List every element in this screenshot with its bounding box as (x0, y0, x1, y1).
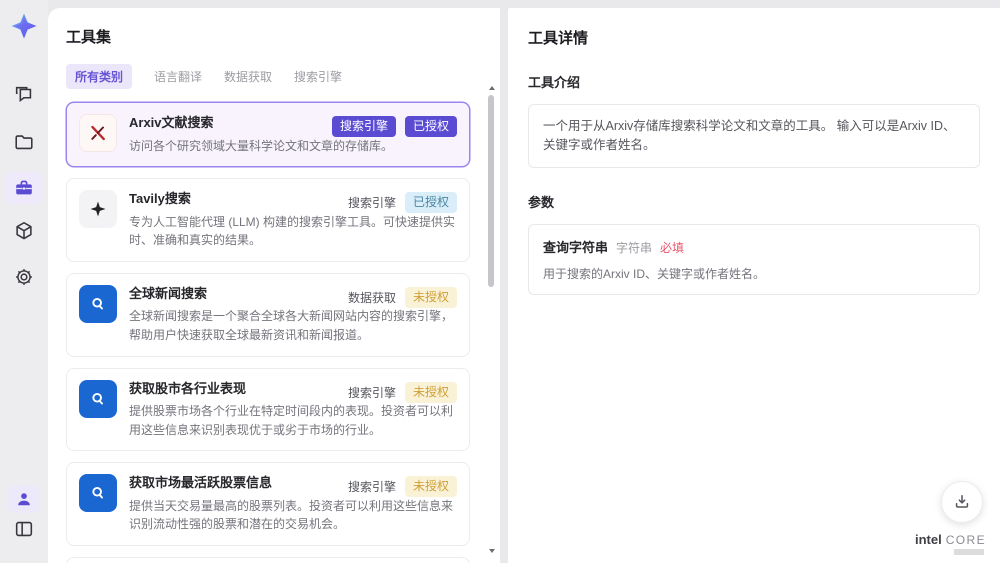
tool-card-sector-performance[interactable]: 获取股市各行业表现 提供股票市场各个行业在特定时间段内的表现。投资者可以利用这些… (66, 367, 470, 452)
tool-card-arxiv[interactable]: Arxiv文献搜索 访问各个研究领域大量科学论文和文章的存储库。 搜索引擎 已授… (66, 102, 470, 168)
intel-core-logo: intel CORE (915, 532, 986, 547)
category-label: 数据获取 (347, 290, 396, 305)
sparkle-logo-icon (11, 13, 37, 39)
intro-heading: 工具介绍 (528, 75, 581, 90)
auth-badge: 已授权 (404, 192, 457, 214)
sidebar (0, 0, 48, 563)
brand-subtext-decoration (954, 549, 984, 555)
briefcase-icon (16, 180, 32, 195)
sparkle-star-icon (79, 190, 117, 229)
parameter-box: 查询字符串 字符串 必填 用于搜索的Arxiv ID、关键字或作者姓名。 (528, 223, 980, 295)
sidebar-item-settings[interactable] (12, 265, 36, 289)
search-app-icon (79, 284, 117, 323)
page-title: 工具集 (66, 29, 112, 46)
sidebar-collapse-toggle[interactable] (12, 517, 36, 541)
parameter-name: 查询字符串 (543, 239, 609, 255)
tab-language-translation[interactable]: 语言翻译 (154, 68, 202, 85)
gear-icon (16, 269, 32, 285)
parameter-header: 查询字符串 字符串 必填 (543, 237, 965, 256)
sidebar-item-account[interactable] (8, 485, 40, 513)
category-label: 搜索引擎 (347, 196, 396, 211)
tool-card-list: Arxiv文献搜索 访问各个研究领域大量科学论文和文章的存储库。 搜索引擎 已授… (66, 102, 486, 563)
tool-card-regional-news[interactable]: 万维地区新闻查询 查询具体行政区划内的新闻，快速了解各地新闻动态 搜索引擎 未授… (66, 557, 470, 563)
auth-badge: 已授权 (404, 116, 457, 137)
intel-wordmark: intel (914, 532, 942, 547)
sidebar-item-files[interactable] (12, 130, 36, 154)
search-app-icon (79, 474, 117, 513)
tool-description: 全球新闻搜索是一个聚合全球各大新闻网站内容的搜索引擎，帮助用户快速获取全球最新资… (129, 309, 454, 343)
tool-card-tavily[interactable]: Tavily搜索 专为人工智能代理 (LLM) 构建的搜索引擎工具。可快速提供实… (66, 178, 470, 262)
category-tabs: 所有类别 语言翻译 数据获取 搜索引擎 (66, 64, 486, 89)
scroll-up-arrow[interactable] (489, 86, 495, 90)
parameter-description: 用于搜索的Arxiv ID、关键字或作者姓名。 (543, 266, 766, 281)
sidebar-item-tools[interactable] (6, 172, 42, 204)
tool-description: 专为人工智能代理 (LLM) 构建的搜索引擎工具。可快速提供实时、准确和真实的结… (129, 214, 456, 248)
cube-icon (16, 221, 32, 240)
folder-icon (15, 135, 33, 150)
auth-badge: 未授权 (404, 381, 457, 403)
category-label: 搜索引擎 (347, 480, 396, 495)
category-label: 搜索引擎 (347, 385, 396, 400)
download-icon (955, 495, 969, 508)
tool-list-panel: 工具集 所有类别 语言翻译 数据获取 搜索引擎 Arxiv文献搜索 访问各个研究… (48, 8, 500, 563)
tool-description: 提供当天交易量最高的股票列表。投资者可以利用这些信息来识别流动性强的股票和潜在的… (129, 498, 454, 532)
scroll-down-arrow[interactable] (489, 549, 495, 553)
user-icon (18, 493, 30, 506)
list-scrollbar[interactable] (487, 86, 496, 553)
tool-card-global-news[interactable]: 全球新闻搜索 全球新闻搜索是一个聚合全球各大新闻网站内容的搜索引擎，帮助用户快速… (66, 272, 470, 357)
tool-badges: 数据获取 未授权 (347, 286, 457, 308)
tab-data-fetch[interactable]: 数据获取 (224, 68, 272, 85)
tool-details-panel: 工具详情 工具介绍 一个用于从Arxiv存储库搜索科学论文和文章的工具。 输入可… (508, 8, 1000, 563)
tool-description: 访问各个研究领域大量科学论文和文章的存储库。 (129, 138, 394, 153)
tool-description: 提供股票市场各个行业在特定时间段内的表现。投资者可以利用这些信息来识别表现优于或… (129, 404, 454, 437)
scrollbar-thumb[interactable] (488, 95, 494, 287)
sidebar-item-chat[interactable] (12, 83, 36, 107)
chat-icon (15, 86, 32, 103)
core-wordmark: CORE (945, 533, 986, 547)
tool-badges: 搜索引擎 已授权 (347, 192, 457, 214)
panel-icon (15, 521, 33, 537)
auth-badge: 未授权 (404, 286, 457, 308)
tool-card-active-stocks[interactable]: 获取市场最活跃股票信息 提供当天交易量最高的股票列表。投资者可以利用这些信息来识… (66, 462, 470, 547)
tool-badges: 搜索引擎 未授权 (347, 381, 457, 403)
params-heading: 参数 (528, 194, 555, 210)
tool-intro-box: 一个用于从Arxiv存储库搜索科学论文和文章的工具。 输入可以是Arxiv ID… (528, 104, 980, 168)
auth-badge: 未授权 (404, 476, 457, 498)
search-app-icon (79, 379, 117, 418)
app-logo[interactable] (10, 12, 38, 40)
arxiv-logo-icon (79, 114, 117, 152)
sidebar-item-models[interactable] (12, 219, 36, 243)
details-title: 工具详情 (528, 30, 589, 47)
category-badge: 搜索引擎 (331, 116, 396, 137)
tab-search-engine[interactable]: 搜索引擎 (294, 68, 342, 85)
tool-badges: 搜索引擎 已授权 (331, 116, 457, 137)
parameter-required-flag: 必填 (660, 240, 685, 255)
tab-all-categories[interactable]: 所有类别 (66, 64, 133, 89)
tool-badges: 搜索引擎 未授权 (347, 476, 457, 498)
parameter-type: 字符串 (616, 240, 653, 255)
download-button[interactable] (941, 481, 983, 523)
